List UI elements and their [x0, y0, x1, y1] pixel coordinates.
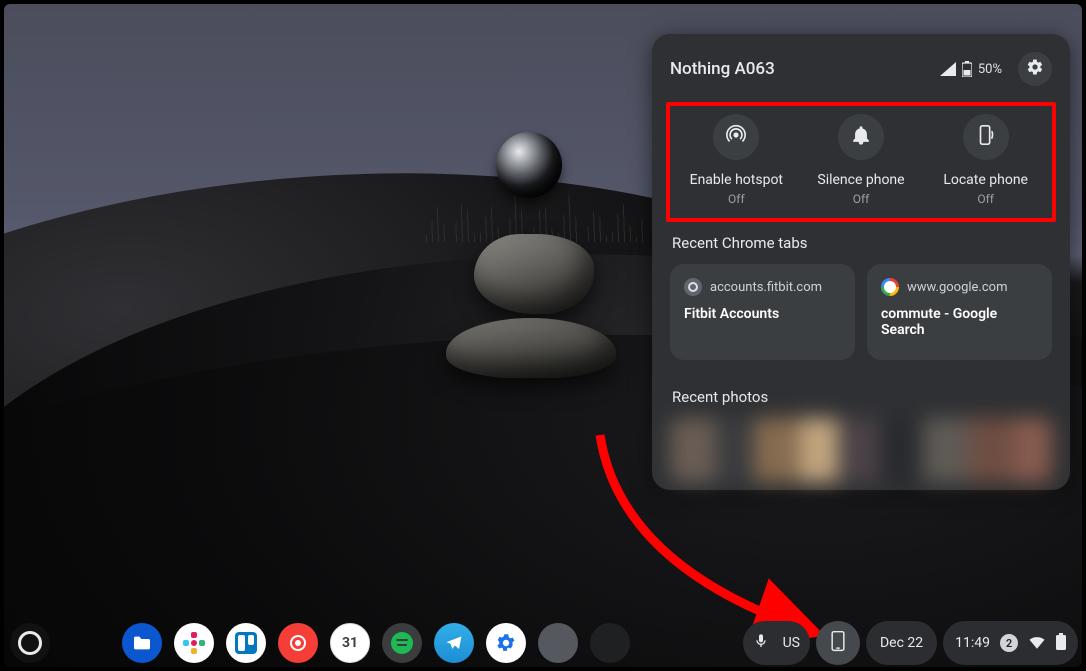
recent-photos-strip[interactable] [670, 418, 1052, 482]
tab-url: accounts.fitbit.com [710, 280, 822, 295]
app-files[interactable] [122, 623, 162, 663]
phone-hub-actions: Enable hotspot Off Z Silence phone Off L… [670, 106, 1052, 224]
locate-phone-toggle[interactable]: Locate phone Off [923, 114, 1048, 206]
tab-title: Fitbit Accounts [684, 306, 841, 322]
status-area[interactable]: 11:49 2 [943, 621, 1078, 665]
tab-title: commute - Google Search [881, 306, 1038, 338]
action-label: Enable hotspot [690, 172, 783, 188]
app-pocket-casts[interactable] [278, 623, 318, 663]
phone-ring-icon [975, 124, 997, 150]
gear-icon [1026, 58, 1044, 80]
wifi-icon [1028, 634, 1046, 653]
action-state: Off [728, 192, 745, 206]
phone-status-icons: 50% [940, 61, 1002, 77]
ime-indicator[interactable]: US [783, 635, 800, 651]
action-state: Off [977, 192, 994, 206]
tab-url: www.google.com [907, 280, 1007, 295]
system-tray: US [743, 621, 810, 665]
recent-tabs-row: accounts.fitbit.com Fitbit Accounts www.… [670, 264, 1052, 360]
recent-tab-card[interactable]: accounts.fitbit.com Fitbit Accounts [670, 264, 855, 360]
recent-photos-heading: Recent photos [672, 388, 1052, 406]
app-trello[interactable] [226, 623, 266, 663]
app-unknown[interactable] [590, 623, 630, 663]
pinned-apps: 31 [122, 623, 630, 663]
app-telegram[interactable] [434, 623, 474, 663]
phone-device-name: Nothing A063 [670, 59, 930, 79]
hotspot-icon [725, 124, 747, 150]
bell-snooze-icon: Z [850, 124, 872, 150]
enable-hotspot-toggle[interactable]: Enable hotspot Off [674, 114, 799, 206]
chromeos-shelf: 31 US Dec 22 11:49 2 [4, 619, 1082, 667]
launcher-button[interactable] [10, 623, 50, 663]
phone-hub-shelf-button[interactable] [816, 621, 860, 665]
battery-icon [962, 61, 972, 77]
app-google-calendar[interactable]: 31 [330, 623, 370, 663]
action-state: Off [853, 192, 870, 206]
calendar-day-number: 31 [342, 635, 358, 651]
battery-percent: 50% [978, 62, 1002, 77]
phone-icon [831, 630, 845, 656]
calendar-shelf-button[interactable]: Dec 22 [866, 621, 937, 665]
action-label: Silence phone [817, 172, 904, 188]
clock-label: 11:49 [955, 635, 990, 651]
phone-hub-settings-button[interactable] [1018, 52, 1052, 86]
notification-count-badge: 2 [1000, 634, 1018, 652]
recent-tabs-heading: Recent Chrome tabs [672, 234, 1052, 252]
microphone-icon[interactable] [753, 632, 769, 654]
battery-icon [1056, 633, 1066, 654]
svg-text:Z: Z [858, 132, 862, 140]
action-label: Locate phone [943, 172, 1028, 188]
phone-hub-header: Nothing A063 50% [670, 52, 1052, 86]
app-slack[interactable] [174, 623, 214, 663]
recent-tab-card[interactable]: www.google.com commute - Google Search [867, 264, 1052, 360]
app-settings[interactable] [486, 623, 526, 663]
wallpaper-rock [474, 234, 594, 314]
site-favicon [881, 278, 899, 296]
site-favicon [684, 278, 702, 296]
signal-icon [940, 62, 956, 76]
app-unknown[interactable] [538, 623, 578, 663]
app-spotify[interactable] [382, 623, 422, 663]
silence-phone-toggle[interactable]: Z Silence phone Off [799, 114, 924, 206]
phone-hub-panel: Nothing A063 50% Enable hotspot Off [652, 34, 1070, 490]
date-label: Dec 22 [880, 635, 923, 651]
wallpaper-sphere [496, 132, 562, 198]
